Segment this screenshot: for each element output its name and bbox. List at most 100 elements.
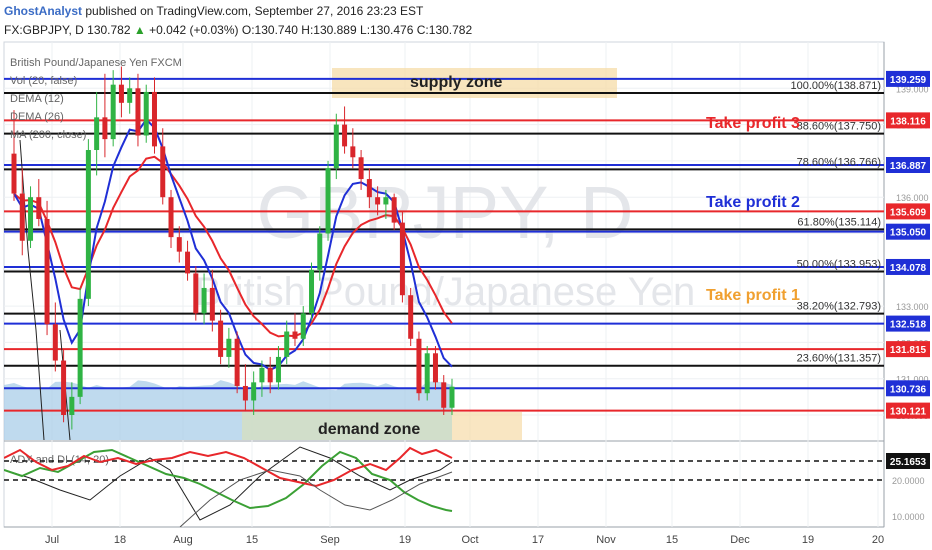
price-level-value: 136.887 — [890, 161, 927, 172]
time-tick-label: Aug — [173, 534, 193, 546]
candle-body — [292, 331, 298, 339]
watermark-symbol: GBPJPY, D — [256, 171, 633, 254]
time-tick-label: Jul — [45, 534, 59, 546]
fib-label: 23.60%(131.357) — [797, 353, 881, 365]
candle-body — [284, 331, 290, 357]
candle-body — [259, 367, 265, 383]
candle-body — [151, 91, 157, 147]
time-tick-label: Nov — [596, 534, 616, 546]
candle-body — [325, 168, 331, 234]
legend-ma-200[interactable]: MA (200, close) — [10, 129, 86, 141]
fib-label: 88.60%(137.750) — [797, 121, 881, 133]
candle-body — [441, 382, 447, 408]
price-level-value: 135.050 — [890, 228, 927, 239]
price-level-value: 131.815 — [890, 345, 927, 356]
fib-label: 61.80%(135.114) — [797, 216, 881, 228]
chart-screenshot: GhostAnalyst published on TradingView.co… — [0, 0, 932, 550]
watermark-name: British Pound/Japanese Yen — [195, 270, 695, 314]
price-level-value: 132.518 — [890, 320, 927, 331]
candle-body — [11, 153, 17, 194]
candle-body — [333, 124, 339, 169]
take-profit-1-label: Take profit 1 — [706, 287, 800, 304]
adx-tick-label: 20.0000 — [892, 476, 925, 486]
candle-body — [36, 197, 42, 219]
candle-body — [69, 396, 75, 415]
adx-value: 25.1653 — [890, 457, 927, 468]
candle-body — [201, 287, 207, 314]
candle-body — [135, 88, 141, 136]
price-level-value: 135.609 — [890, 207, 927, 218]
candle-body — [309, 269, 315, 314]
candle-body — [185, 251, 191, 274]
candle-body — [242, 385, 248, 401]
time-axis: Jul 18 Aug 15 Sep 19 Oct 17 Nov 15 Dec 19 20 — [45, 534, 884, 546]
candle-body — [77, 298, 83, 397]
candle-body — [399, 222, 405, 296]
legend-dema-12[interactable]: DEMA (12) — [10, 93, 64, 105]
legend-volume[interactable]: Vol (20, false) — [10, 75, 77, 87]
candle-body — [391, 197, 397, 223]
candle-body — [143, 91, 149, 136]
time-tick-label: 19 — [802, 534, 814, 546]
time-tick-label: Sep — [320, 534, 340, 546]
candle-body — [358, 157, 364, 180]
candle-body — [267, 367, 273, 383]
legend-symbol[interactable]: British Pound/Japanese Yen FXCM — [10, 57, 182, 69]
price-chart[interactable]: GBPJPY, D British Pound/Japanese Yen 100… — [0, 0, 932, 550]
time-tick-label: 15 — [666, 534, 678, 546]
candle-body — [102, 117, 108, 140]
candle-body — [110, 84, 116, 140]
time-tick-label: 15 — [246, 534, 258, 546]
candle-body — [94, 117, 100, 151]
price-level-value: 139.259 — [890, 75, 927, 86]
fib-label: 78.60%(136.766) — [797, 156, 881, 168]
price-level-value: 134.078 — [890, 263, 927, 274]
legend-dema-26[interactable]: DEMA (26) — [10, 111, 64, 123]
candle-body — [226, 338, 232, 357]
time-tick-label: 18 — [114, 534, 126, 546]
candle-body — [383, 197, 389, 205]
candle-body — [408, 295, 414, 339]
candle-body — [176, 237, 182, 252]
candle-body — [300, 313, 306, 339]
price-level-value: 130.121 — [890, 407, 927, 418]
candle-body — [218, 320, 224, 357]
candle-body — [424, 353, 430, 394]
fib-label: 50.00%(133.953) — [797, 259, 881, 271]
supply-zone-label: supply zone — [410, 74, 503, 91]
price-level-value: 138.116 — [890, 116, 926, 127]
time-tick-label: 17 — [532, 534, 544, 546]
time-tick-label: 20 — [872, 534, 884, 546]
candle-body — [366, 179, 372, 198]
candle-body — [160, 146, 166, 198]
time-tick-label: Oct — [461, 534, 478, 546]
candle-body — [275, 356, 281, 383]
candle-body — [432, 353, 438, 383]
fib-label: 38.20%(132.793) — [797, 301, 881, 313]
candle-body — [375, 197, 381, 205]
candle-body — [127, 88, 133, 103]
candle-body — [118, 84, 124, 103]
candle-body — [416, 338, 422, 394]
candle-body — [28, 197, 34, 241]
take-profit-3-label: Take profit 3 — [706, 115, 800, 132]
candle-body — [193, 273, 199, 314]
price-level-value: 130.736 — [890, 384, 927, 395]
price-tick-label: 136.000 — [896, 193, 929, 203]
candle-body — [234, 338, 240, 386]
candle-body — [317, 233, 323, 270]
time-tick-label: 19 — [399, 534, 411, 546]
time-tick-label: Dec — [730, 534, 750, 546]
take-profit-2-label: Take profit 2 — [706, 194, 800, 211]
candle-body — [449, 386, 455, 408]
candle-body — [52, 324, 58, 361]
candle-body — [209, 287, 215, 321]
candle-body — [61, 360, 67, 415]
price-tick-label: 133.000 — [896, 302, 929, 312]
candle-body — [342, 124, 348, 147]
candle-body — [168, 197, 174, 238]
candle-body — [85, 150, 91, 299]
demand-zone-label: demand zone — [318, 421, 420, 438]
adx-tick-label: 10.0000 — [892, 512, 925, 522]
candle-body — [251, 382, 257, 401]
